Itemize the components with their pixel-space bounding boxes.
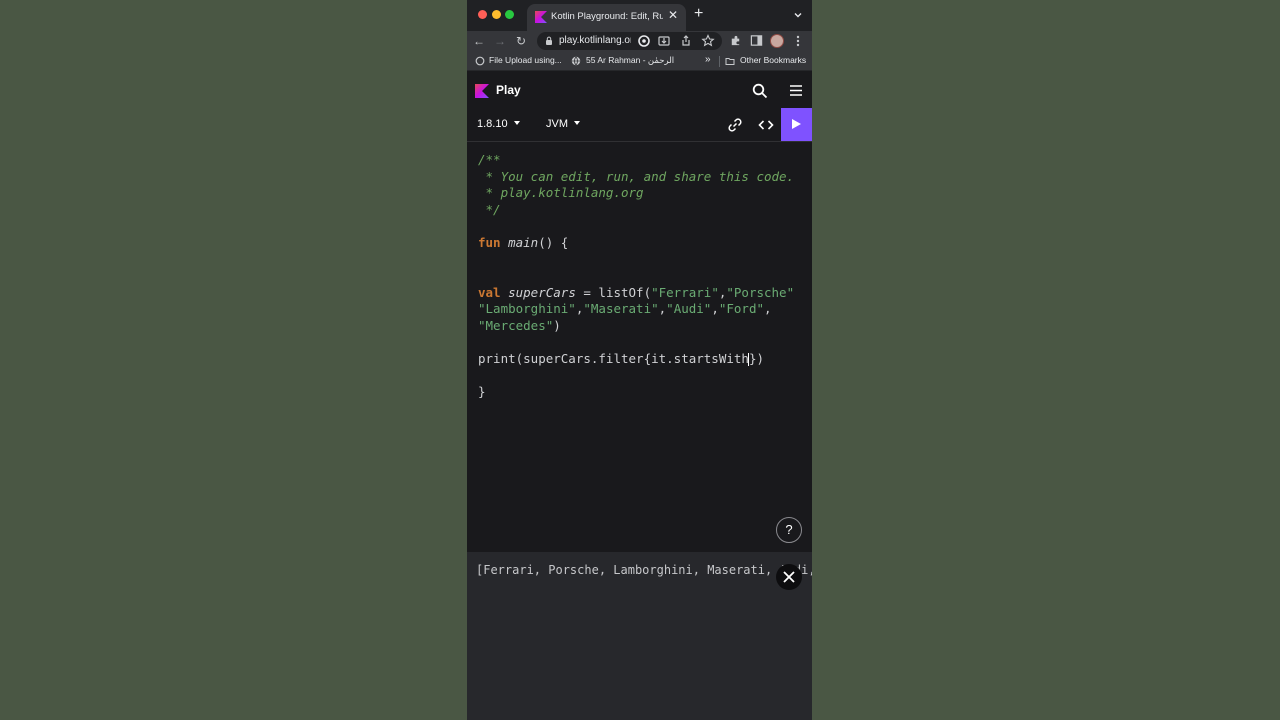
code-comment-line: */: [478, 201, 501, 217]
code-token: ): [553, 317, 561, 333]
string-literal: "Lamborghini": [478, 301, 576, 317]
close-window-button[interactable]: [478, 10, 487, 19]
close-output-button[interactable]: [776, 564, 802, 590]
playground-title[interactable]: Play: [496, 83, 521, 97]
variable-name: superCars: [508, 284, 576, 300]
caret-down-icon: [513, 120, 520, 125]
address-bar[interactable]: play.kotlinlang.org: [537, 32, 722, 50]
function-name: main: [508, 234, 539, 250]
new-tab-button[interactable]: +: [694, 6, 703, 22]
version-select[interactable]: 1.8.10: [477, 118, 520, 130]
kotlin-logo-icon: [535, 11, 547, 23]
code-token: () {: [538, 234, 569, 250]
play-icon: [792, 119, 801, 129]
browser-tab[interactable]: Kotlin Playground: Edit, Run, Share Kotl…: [527, 4, 686, 31]
avatar[interactable]: [770, 34, 784, 48]
target-value: JVM: [546, 118, 568, 130]
lock-icon: [546, 36, 552, 45]
string-literal: "Audi": [666, 301, 712, 317]
close-icon[interactable]: ✕: [668, 9, 678, 21]
output-panel: [Ferrari, Porsche, Lamborghini, Maserati…: [467, 552, 812, 720]
keyword-val: val: [478, 284, 501, 300]
maximize-window-button[interactable]: [505, 10, 514, 19]
forward-icon[interactable]: →: [494, 33, 506, 49]
code-token: }): [748, 351, 764, 367]
browser-toolbar: ← → ↻ play.kotlinlang.org: [467, 31, 812, 51]
close-icon: [783, 571, 795, 583]
google-lens-icon[interactable]: [637, 34, 651, 48]
code-token: print(superCars.filter{it.startsWith: [478, 351, 749, 367]
search-icon[interactable]: [752, 83, 768, 99]
minimize-window-button[interactable]: [492, 10, 501, 19]
folder-icon: [725, 58, 735, 65]
code-token: ,: [764, 301, 780, 317]
globe-icon: [571, 56, 581, 66]
link-icon[interactable]: [727, 117, 743, 133]
tab-strip: Kotlin Playground: Edit, Run, Share Kotl…: [467, 0, 812, 31]
code-editor[interactable]: /** * You can edit, run, and share this …: [467, 142, 812, 552]
target-select[interactable]: JVM: [546, 118, 580, 130]
more-bookmarks-button[interactable]: »: [705, 54, 711, 65]
string-literal: "Mercedes": [478, 317, 554, 333]
playground-header: Play: [467, 71, 812, 108]
divider: [719, 56, 720, 67]
version-value: 1.8.10: [477, 118, 508, 130]
hamburger-menu-icon[interactable]: [789, 84, 803, 97]
browser-window: Kotlin Playground: Edit, Run, Share Kotl…: [467, 0, 812, 720]
code-brackets-icon[interactable]: [758, 118, 774, 132]
code-content[interactable]: /** * You can edit, run, and share this …: [478, 152, 794, 401]
bookmarks-bar: File Upload using... 55 Ar Rahman - الرح…: [467, 51, 812, 71]
more-vertical-icon[interactable]: [793, 34, 803, 48]
caret-down-icon: [574, 120, 580, 125]
code-comment-line: * play.kotlinlang.org: [478, 185, 644, 201]
tab-title: Kotlin Playground: Edit, Run, Share Kotl…: [551, 11, 663, 22]
bookmark-star-icon[interactable]: [701, 34, 715, 48]
chevron-down-icon[interactable]: [793, 10, 803, 20]
share-page-icon[interactable]: [679, 34, 693, 48]
keyword-fun: fun: [478, 234, 501, 250]
address-url: play.kotlinlang.org: [559, 35, 631, 46]
side-panel-icon[interactable]: [750, 34, 763, 47]
string-literal: "Ford": [718, 301, 765, 317]
other-bookmarks[interactable]: Other Bookmarks: [740, 55, 806, 65]
code-token: ,: [711, 301, 719, 317]
output-text: [Ferrari, Porsche, Lamborghini, Maserati…: [476, 563, 812, 577]
code-token: = listOf(: [575, 284, 652, 300]
run-button[interactable]: [781, 108, 812, 141]
reload-icon[interactable]: ↻: [515, 33, 527, 49]
playground-settings: 1.8.10 JVM: [467, 108, 812, 142]
help-button[interactable]: ?: [776, 517, 802, 543]
string-literal: "Maserati": [583, 301, 659, 317]
install-app-icon[interactable]: [657, 34, 671, 48]
kotlin-logo-icon[interactable]: [475, 84, 489, 98]
string-literal: "Ferrari": [651, 284, 719, 300]
code-comment-line: * You can edit, run, and share this code…: [478, 168, 795, 184]
code-comment-line: /**: [478, 152, 501, 167]
string-literal: "Porsche": [726, 284, 795, 300]
extensions-icon[interactable]: [729, 34, 742, 47]
chat-bubble-icon: [475, 56, 485, 66]
code-token: }: [478, 384, 486, 400]
bookmark-item[interactable]: 55 Ar Rahman - الرحمٰن: [586, 55, 690, 66]
back-icon[interactable]: ←: [473, 33, 485, 49]
bookmark-item[interactable]: File Upload using...: [489, 55, 562, 65]
